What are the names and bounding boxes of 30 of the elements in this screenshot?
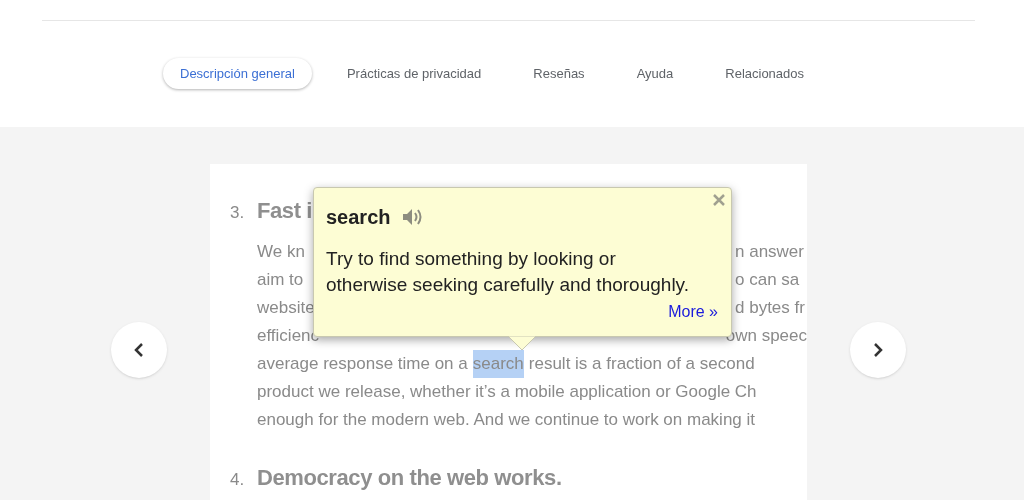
previous-button[interactable] [111, 322, 167, 378]
tab[interactable]: Reseñas [516, 58, 602, 89]
section-heading: Fast i [257, 197, 313, 225]
text-fragment: aim to [257, 270, 304, 289]
list-number: 4. [229, 469, 246, 491]
more-link[interactable]: More » [668, 300, 718, 324]
tab[interactable]: Descripción general [163, 58, 312, 89]
close-icon[interactable] [713, 194, 725, 206]
tab[interactable]: Ayuda [619, 58, 691, 89]
speaker-icon[interactable] [400, 207, 423, 227]
text-fragment: We kn [257, 242, 305, 261]
text-line: average response time on a [257, 353, 468, 375]
selected-word: search [472, 350, 524, 378]
text-line: enough for the modern web. And we continue to work on making it [257, 409, 756, 431]
text-fragment: n answer [735, 241, 804, 263]
list-number: 3. [229, 202, 246, 224]
text-fragment: efficienc [257, 326, 320, 345]
next-button[interactable] [850, 322, 906, 378]
text-line: product we release, whether it’s a mobile application or Google Ch [257, 381, 757, 403]
section-heading: Democracy on the web works. [257, 464, 562, 492]
popup-word: search [326, 205, 391, 230]
tab[interactable]: Prácticas de privacidad [329, 58, 499, 89]
definition-text: Try to find something by looking or otherwise seeking carefully and thoroughly. [326, 247, 690, 297]
text-fragment: d bytes fr [735, 297, 805, 319]
text-fragment: o can sa [735, 269, 800, 291]
chevron-right-icon [872, 342, 884, 358]
text-fragment: website [257, 298, 315, 317]
tab[interactable]: Relacionados [708, 58, 822, 89]
chevron-left-icon [133, 342, 145, 358]
text-line: result is a fraction of a second [528, 353, 755, 375]
